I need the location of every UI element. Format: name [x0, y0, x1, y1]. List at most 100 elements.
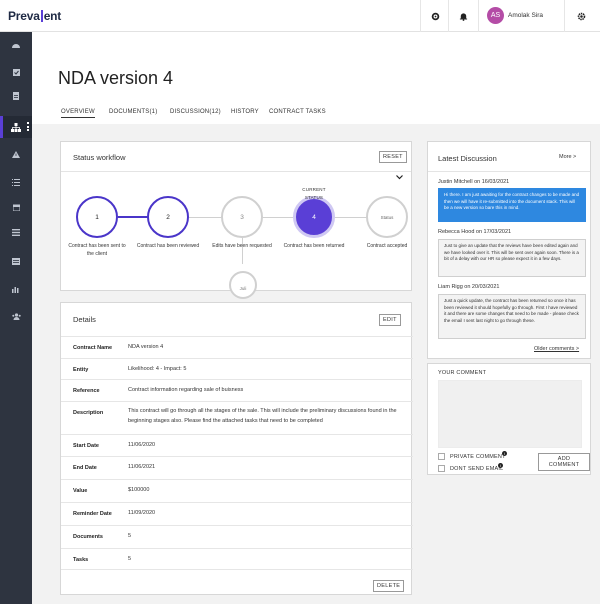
step-label-3: Edits have been requested: [212, 243, 272, 249]
sidebar-item-organisation[interactable]: [0, 116, 32, 138]
tab-overview[interactable]: OVERVIEW: [61, 109, 95, 118]
details-row: Documents 5: [61, 525, 413, 547]
comment-textarea[interactable]: [438, 380, 582, 448]
avatar[interactable]: AS: [487, 7, 504, 24]
reset-button[interactable]: RESET: [379, 151, 407, 163]
detail-key: Start Date: [73, 443, 99, 449]
divider: [564, 0, 565, 32]
panel-header: Latest Discussion More >: [428, 142, 590, 172]
detail-key: Reference: [73, 388, 100, 394]
detail-key: Documents: [73, 534, 103, 540]
dont-send-email-label: DONT SEND EMAIL: [450, 466, 504, 472]
step-number: 3: [240, 213, 244, 221]
tab-discussion[interactable]: DISCUSSION(12): [170, 109, 221, 115]
detail-value: Contract information regarding sale of b…: [128, 387, 244, 393]
older-comments-link[interactable]: Older comments >: [534, 346, 579, 352]
details-row: Contract Name NDA version 4: [61, 336, 413, 358]
info-icon[interactable]: i: [498, 463, 503, 468]
bell-icon[interactable]: [458, 11, 468, 21]
detail-key: Tasks: [73, 557, 89, 563]
detail-key: Reminder Date: [73, 511, 112, 517]
workflow-connector: [189, 217, 389, 218]
sidebar-item-calendar[interactable]: [0, 197, 32, 217]
dont-send-email-checkbox[interactable]: [438, 465, 445, 472]
step-number: Status: [380, 214, 394, 220]
step-number: 1: [95, 213, 99, 221]
sidebar-item-analytics[interactable]: [0, 279, 32, 299]
details-row: End Date 11/06/2021: [61, 456, 413, 478]
detail-value: 5: [128, 533, 132, 539]
detail-value: $100000: [128, 487, 150, 493]
divider: [448, 0, 449, 32]
workflow-step-5[interactable]: Status: [366, 196, 408, 238]
status-workflow-panel: Status workflow RESET 1 2 3 4 Status Jul…: [60, 141, 412, 299]
step-label-2: Contract has been reviewed: [136, 243, 200, 249]
message-author: Rebecca Hood on 17/03/2021: [438, 229, 512, 235]
workflow-step-2[interactable]: 2: [147, 196, 189, 238]
chevron-down-icon[interactable]: [396, 175, 403, 180]
tab-history[interactable]: HISTORY: [231, 109, 259, 115]
list-check-icon: [12, 178, 20, 186]
more-vertical-icon[interactable]: [27, 122, 29, 131]
details-row: Value $100000: [61, 479, 413, 501]
edit-button[interactable]: EDIT: [379, 314, 401, 326]
details-title: Details: [73, 315, 96, 324]
workflow-branch-step[interactable]: Juli: [229, 271, 257, 299]
details-panel: Details EDIT Contract Name NDA version 4…: [60, 302, 413, 595]
logo-text-left: Preva: [8, 9, 40, 23]
step-label-4: Contract has been returned: [283, 243, 345, 249]
table-icon: [12, 257, 20, 265]
detail-key: End Date: [73, 465, 97, 471]
workflow-step-1[interactable]: 1: [76, 196, 118, 238]
step-number: Juli: [239, 286, 247, 291]
workflow-step-3[interactable]: 3: [221, 196, 263, 238]
sidebar-item-alerts[interactable]: [0, 144, 32, 164]
step-number: 4: [312, 213, 316, 221]
sidebar-item-list[interactable]: [0, 172, 32, 192]
sidebar-item-reports[interactable]: [0, 222, 32, 242]
workflow-step-4[interactable]: 4: [293, 196, 335, 238]
comment-label: YOUR COMMENT: [438, 370, 487, 376]
workflow-title: Status workflow: [73, 153, 126, 162]
tab-documents[interactable]: DOCUMENTS(1): [109, 109, 157, 115]
dashboard-icon: [12, 43, 20, 48]
user-name[interactable]: Amolak Sira: [508, 12, 543, 19]
detail-value: 5: [128, 556, 132, 562]
sidebar-item-dashboard[interactable]: [0, 35, 32, 55]
details-row: Reference Contract information regarding…: [61, 379, 413, 401]
sidebar-item-users[interactable]: [0, 306, 32, 326]
step-number: 2: [166, 213, 170, 221]
private-comment-checkbox[interactable]: [438, 453, 445, 460]
discussion-panel: Latest Discussion More > Justin Mitchell…: [427, 141, 591, 359]
gear-icon[interactable]: [576, 11, 586, 21]
detail-value: 11/06/2020: [128, 442, 156, 448]
detail-value: Likelihood: 4 - Impact: 5: [128, 366, 187, 372]
details-row: Tasks 5: [61, 548, 413, 570]
bar-chart-icon: [12, 286, 19, 293]
sidebar-item-documents[interactable]: [0, 86, 32, 106]
message-author: Justin Mitchell on 16/03/2021: [438, 179, 510, 185]
sidebar-item-tasks[interactable]: [0, 62, 32, 82]
discussion-title: Latest Discussion: [438, 154, 497, 163]
info-icon[interactable]: i: [502, 451, 507, 456]
logo[interactable]: Preva ent: [8, 9, 61, 23]
detail-value: 11/06/2021: [128, 464, 156, 470]
current-status-label: CURRENT STATUS: [302, 187, 326, 200]
settings-cog-icon[interactable]: [430, 11, 440, 21]
org-chart-icon: [11, 122, 21, 132]
divider: [420, 0, 421, 32]
delete-button[interactable]: DELETE: [373, 580, 405, 592]
message-bubble: Just to give an update that the reviews …: [438, 239, 586, 277]
details-row: Reminder Date 11/09/2020: [61, 502, 413, 524]
add-comment-button[interactable]: ADD COMMENT: [538, 453, 590, 471]
tab-contract-tasks[interactable]: CONTRACT TASKS: [269, 109, 326, 115]
users-icon: [11, 312, 21, 320]
sidebar-item-records[interactable]: [0, 251, 32, 271]
more-link[interactable]: More >: [559, 154, 576, 160]
detail-key: Contract Name: [73, 345, 113, 351]
divider: [478, 0, 479, 32]
top-bar: Preva ent AS Amolak Sira: [0, 0, 600, 32]
message-bubble: Just a quick update, the contract has be…: [438, 294, 586, 339]
details-row: Description This contract will go throug…: [61, 401, 413, 433]
list-icon: [12, 228, 20, 236]
